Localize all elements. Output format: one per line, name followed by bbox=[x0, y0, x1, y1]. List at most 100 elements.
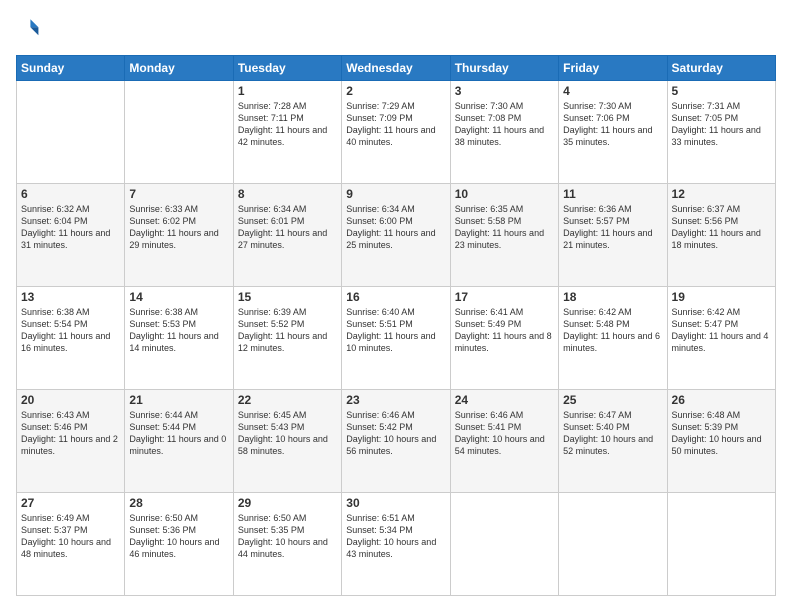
calendar-header-thursday: Thursday bbox=[450, 56, 558, 81]
day-number: 12 bbox=[672, 187, 771, 201]
cell-content: Sunrise: 6:34 AM Sunset: 6:01 PM Dayligh… bbox=[238, 203, 337, 252]
logo-icon bbox=[16, 16, 40, 40]
cell-content: Sunrise: 7:30 AM Sunset: 7:06 PM Dayligh… bbox=[563, 100, 662, 149]
calendar-cell bbox=[17, 81, 125, 184]
cell-content: Sunrise: 6:38 AM Sunset: 5:53 PM Dayligh… bbox=[129, 306, 228, 355]
cell-content: Sunrise: 6:49 AM Sunset: 5:37 PM Dayligh… bbox=[21, 512, 120, 561]
calendar-week-3: 13 Sunrise: 6:38 AM Sunset: 5:54 PM Dayli… bbox=[17, 287, 776, 390]
day-number: 19 bbox=[672, 290, 771, 304]
cell-content: Sunrise: 6:42 AM Sunset: 5:47 PM Dayligh… bbox=[672, 306, 771, 355]
calendar-cell bbox=[450, 493, 558, 596]
cell-content: Sunrise: 6:42 AM Sunset: 5:48 PM Dayligh… bbox=[563, 306, 662, 355]
calendar-cell: 18 Sunrise: 6:42 AM Sunset: 5:48 PM Dayli… bbox=[559, 287, 667, 390]
calendar-cell: 19 Sunrise: 6:42 AM Sunset: 5:47 PM Dayli… bbox=[667, 287, 775, 390]
day-number: 6 bbox=[21, 187, 120, 201]
day-number: 15 bbox=[238, 290, 337, 304]
day-number: 11 bbox=[563, 187, 662, 201]
day-number: 10 bbox=[455, 187, 554, 201]
day-number: 14 bbox=[129, 290, 228, 304]
day-number: 25 bbox=[563, 393, 662, 407]
calendar-table: SundayMondayTuesdayWednesdayThursdayFrid… bbox=[16, 55, 776, 596]
day-number: 1 bbox=[238, 84, 337, 98]
calendar-week-4: 20 Sunrise: 6:43 AM Sunset: 5:46 PM Dayli… bbox=[17, 390, 776, 493]
calendar-cell: 25 Sunrise: 6:47 AM Sunset: 5:40 PM Dayli… bbox=[559, 390, 667, 493]
cell-content: Sunrise: 6:45 AM Sunset: 5:43 PM Dayligh… bbox=[238, 409, 337, 458]
cell-content: Sunrise: 6:34 AM Sunset: 6:00 PM Dayligh… bbox=[346, 203, 445, 252]
cell-content: Sunrise: 6:36 AM Sunset: 5:57 PM Dayligh… bbox=[563, 203, 662, 252]
calendar-cell: 23 Sunrise: 6:46 AM Sunset: 5:42 PM Dayli… bbox=[342, 390, 450, 493]
calendar-cell: 17 Sunrise: 6:41 AM Sunset: 5:49 PM Dayli… bbox=[450, 287, 558, 390]
day-number: 23 bbox=[346, 393, 445, 407]
header bbox=[16, 16, 776, 45]
cell-content: Sunrise: 6:47 AM Sunset: 5:40 PM Dayligh… bbox=[563, 409, 662, 458]
calendar-cell bbox=[667, 493, 775, 596]
calendar-week-1: 1 Sunrise: 7:28 AM Sunset: 7:11 PM Daylig… bbox=[17, 81, 776, 184]
calendar-cell: 6 Sunrise: 6:32 AM Sunset: 6:04 PM Daylig… bbox=[17, 184, 125, 287]
calendar-header-saturday: Saturday bbox=[667, 56, 775, 81]
day-number: 5 bbox=[672, 84, 771, 98]
day-number: 26 bbox=[672, 393, 771, 407]
calendar-header-friday: Friday bbox=[559, 56, 667, 81]
day-number: 8 bbox=[238, 187, 337, 201]
calendar-header-wednesday: Wednesday bbox=[342, 56, 450, 81]
calendar-cell: 22 Sunrise: 6:45 AM Sunset: 5:43 PM Dayli… bbox=[233, 390, 341, 493]
day-number: 20 bbox=[21, 393, 120, 407]
day-number: 17 bbox=[455, 290, 554, 304]
cell-content: Sunrise: 6:46 AM Sunset: 5:41 PM Dayligh… bbox=[455, 409, 554, 458]
calendar-cell: 14 Sunrise: 6:38 AM Sunset: 5:53 PM Dayli… bbox=[125, 287, 233, 390]
calendar-cell: 28Sunrise: 6:50 AM Sunset: 5:36 PM Dayli… bbox=[125, 493, 233, 596]
day-number: 7 bbox=[129, 187, 228, 201]
calendar-cell: 24 Sunrise: 6:46 AM Sunset: 5:41 PM Dayli… bbox=[450, 390, 558, 493]
cell-content: Sunrise: 6:35 AM Sunset: 5:58 PM Dayligh… bbox=[455, 203, 554, 252]
cell-content: Sunrise: 7:29 AM Sunset: 7:09 PM Dayligh… bbox=[346, 100, 445, 149]
calendar-cell bbox=[125, 81, 233, 184]
cell-content: Sunrise: 7:31 AM Sunset: 7:05 PM Dayligh… bbox=[672, 100, 771, 149]
cell-content: Sunrise: 6:38 AM Sunset: 5:54 PM Dayligh… bbox=[21, 306, 120, 355]
calendar-cell: 3 Sunrise: 7:30 AM Sunset: 7:08 PM Daylig… bbox=[450, 81, 558, 184]
cell-content: Sunrise: 6:46 AM Sunset: 5:42 PM Dayligh… bbox=[346, 409, 445, 458]
cell-content: Sunrise: 6:43 AM Sunset: 5:46 PM Dayligh… bbox=[21, 409, 120, 458]
cell-content: Sunrise: 7:30 AM Sunset: 7:08 PM Dayligh… bbox=[455, 100, 554, 149]
calendar-cell: 15Sunrise: 6:39 AM Sunset: 5:52 PM Dayli… bbox=[233, 287, 341, 390]
cell-content: Sunrise: 6:41 AM Sunset: 5:49 PM Dayligh… bbox=[455, 306, 554, 355]
calendar-cell bbox=[559, 493, 667, 596]
day-number: 18 bbox=[563, 290, 662, 304]
calendar-cell: 2 Sunrise: 7:29 AM Sunset: 7:09 PM Daylig… bbox=[342, 81, 450, 184]
day-number: 22 bbox=[238, 393, 337, 407]
calendar-cell: 11 Sunrise: 6:36 AM Sunset: 5:57 PM Dayli… bbox=[559, 184, 667, 287]
day-number: 3 bbox=[455, 84, 554, 98]
calendar-cell: 26 Sunrise: 6:48 AM Sunset: 5:39 PM Dayli… bbox=[667, 390, 775, 493]
day-number: 2 bbox=[346, 84, 445, 98]
calendar-cell: 27Sunrise: 6:49 AM Sunset: 5:37 PM Dayli… bbox=[17, 493, 125, 596]
cell-content: Sunrise: 6:32 AM Sunset: 6:04 PM Dayligh… bbox=[21, 203, 120, 252]
day-number: 21 bbox=[129, 393, 228, 407]
day-number: 30 bbox=[346, 496, 445, 510]
cell-content: Sunrise: 6:37 AM Sunset: 5:56 PM Dayligh… bbox=[672, 203, 771, 252]
cell-content: Sunrise: 7:28 AM Sunset: 7:11 PM Dayligh… bbox=[238, 100, 337, 149]
cell-content: Sunrise: 6:48 AM Sunset: 5:39 PM Dayligh… bbox=[672, 409, 771, 458]
day-number: 24 bbox=[455, 393, 554, 407]
cell-content: Sunrise: 6:50 AM Sunset: 5:35 PM Dayligh… bbox=[238, 512, 337, 561]
calendar-cell: 16Sunrise: 6:40 AM Sunset: 5:51 PM Dayli… bbox=[342, 287, 450, 390]
calendar-cell: 4Sunrise: 7:30 AM Sunset: 7:06 PM Daylig… bbox=[559, 81, 667, 184]
calendar-cell: 20 Sunrise: 6:43 AM Sunset: 5:46 PM Dayli… bbox=[17, 390, 125, 493]
cell-content: Sunrise: 6:44 AM Sunset: 5:44 PM Dayligh… bbox=[129, 409, 228, 458]
cell-content: Sunrise: 6:50 AM Sunset: 5:36 PM Dayligh… bbox=[129, 512, 228, 561]
logo bbox=[16, 16, 42, 45]
calendar-header-sunday: Sunday bbox=[17, 56, 125, 81]
calendar-cell: 29 Sunrise: 6:50 AM Sunset: 5:35 PM Dayli… bbox=[233, 493, 341, 596]
cell-content: Sunrise: 6:40 AM Sunset: 5:51 PM Dayligh… bbox=[346, 306, 445, 355]
calendar-week-2: 6 Sunrise: 6:32 AM Sunset: 6:04 PM Daylig… bbox=[17, 184, 776, 287]
calendar-header-monday: Monday bbox=[125, 56, 233, 81]
page: SundayMondayTuesdayWednesdayThursdayFrid… bbox=[0, 0, 792, 612]
calendar-cell: 12 Sunrise: 6:37 AM Sunset: 5:56 PM Dayli… bbox=[667, 184, 775, 287]
calendar-cell: 8 Sunrise: 6:34 AM Sunset: 6:01 PM Daylig… bbox=[233, 184, 341, 287]
day-number: 9 bbox=[346, 187, 445, 201]
day-number: 13 bbox=[21, 290, 120, 304]
calendar-week-5: 27Sunrise: 6:49 AM Sunset: 5:37 PM Dayli… bbox=[17, 493, 776, 596]
day-number: 29 bbox=[238, 496, 337, 510]
calendar-cell: 5 Sunrise: 7:31 AM Sunset: 7:05 PM Daylig… bbox=[667, 81, 775, 184]
cell-content: Sunrise: 6:51 AM Sunset: 5:34 PM Dayligh… bbox=[346, 512, 445, 561]
calendar-cell: 9 Sunrise: 6:34 AM Sunset: 6:00 PM Daylig… bbox=[342, 184, 450, 287]
calendar-cell: 7Sunrise: 6:33 AM Sunset: 6:02 PM Daylig… bbox=[125, 184, 233, 287]
